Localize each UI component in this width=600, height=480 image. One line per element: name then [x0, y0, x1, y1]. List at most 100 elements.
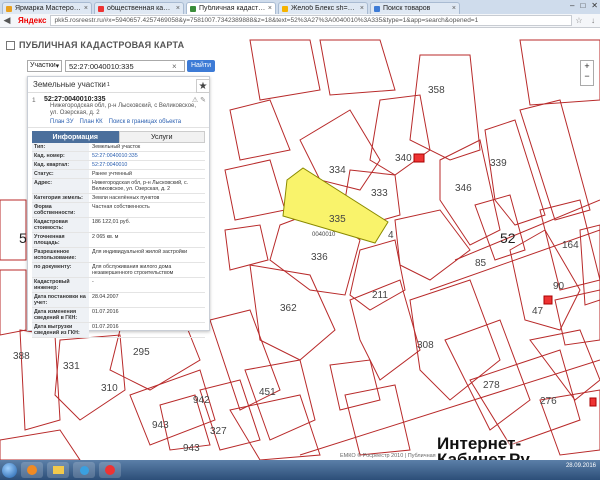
close-icon[interactable]: × [450, 5, 456, 12]
find-button[interactable]: Найти [187, 60, 215, 72]
panel-header: Земельные участки 1 [28, 77, 209, 93]
panel-tabs: Информация Услуги [32, 131, 205, 143]
parcel-label: 4 [388, 230, 394, 241]
results-panel: Земельные участки 1 1 52:27:0040010:335 Н… [27, 76, 210, 338]
table-row: Адрес: Нижегородская обл, р-н Лысковский,… [32, 179, 205, 194]
address-bar: ◀ Яндекс pkk5.rosreestr.ru/#x=5940657.42… [0, 14, 600, 28]
tab-favicon [98, 5, 104, 12]
info-table: Тип: Земельный участок Кад. номер: 52:27:0… [32, 143, 205, 338]
table-row: Категория земель: Земли населённых пункто… [32, 194, 205, 203]
browser-tab[interactable]: Поиск товаров × [370, 2, 460, 14]
browser-tab[interactable]: общественная кадастрова...× [94, 2, 184, 14]
tab-favicon [6, 5, 12, 12]
parcel-label: 334 [329, 165, 346, 176]
table-row: Дата выгрузки сведений из ГКН: 01.07.2016 [32, 323, 205, 338]
clear-icon[interactable]: × [172, 62, 184, 71]
table-row: Кад. квартал: 52:27:0040010 [32, 161, 205, 170]
tab-info[interactable]: Информация [32, 131, 119, 143]
table-row: Разрешенное использование: Для индивидуал… [32, 248, 205, 263]
parcel-label: 362 [280, 303, 297, 314]
parcel-label: 336 [311, 252, 328, 263]
tab-services[interactable]: Услуги [118, 131, 205, 143]
parcel-card[interactable]: 1 52:27:0040010:335 Нижегородская обл, р… [28, 93, 209, 128]
close-icon[interactable]: × [266, 5, 272, 12]
parcel-label: 346 [455, 183, 472, 194]
parcel-label: 327 [210, 426, 227, 437]
search-in-bounds-link[interactable]: Поиск в границах объекта [109, 119, 182, 125]
quarter-label: 0040010 [312, 232, 336, 238]
minimize-icon[interactable]: – [570, 1, 574, 10]
browser-logo[interactable]: Яндекс [18, 16, 46, 25]
browser-tab[interactable]: Желоб Блекс sh=25 мм, 457...× [278, 2, 368, 14]
url-field[interactable]: pkk5.rosreestr.ru/#x=5940657.4257469058&… [50, 15, 572, 26]
parcel-label: 340 [395, 153, 412, 164]
close-window-icon[interactable]: ✕ [591, 1, 598, 10]
close-icon[interactable]: × [358, 5, 364, 12]
map-logo-icon [6, 40, 15, 50]
parcel-label: 331 [63, 361, 80, 372]
table-row: Статус: Ранее учтенный [32, 170, 205, 179]
selected-parcel[interactable] [282, 167, 389, 244]
parcel-label: 388 [13, 351, 30, 362]
chevron-down-icon: ▾ [55, 63, 60, 70]
star-icon[interactable]: ☆ [572, 16, 586, 25]
map-marker [543, 295, 553, 305]
download-icon[interactable]: ↓ [586, 16, 600, 25]
zoom-out-icon[interactable]: − [581, 71, 593, 81]
browser-tab-active[interactable]: Публичная кадастровая к...× [186, 2, 276, 14]
result-count: 1 [106, 81, 110, 88]
parcel-label: 90 [553, 281, 565, 292]
table-row: Кадастровая стоимость: 186 122,01 руб. [32, 218, 205, 233]
search-input[interactable]: 52:27:0040010:335 [65, 60, 185, 72]
maximize-icon[interactable]: □ [580, 1, 585, 10]
parcel-cad-number: 52:27:0040010:335 [44, 96, 106, 103]
parcel-label: 278 [483, 380, 500, 391]
search-type-select[interactable]: Участки ▾ [27, 60, 62, 72]
parcel-label: 310 [101, 383, 118, 394]
parcel-label: 358 [428, 85, 445, 96]
parcel-label: 164 [562, 240, 579, 251]
parcel-label: 47 [532, 306, 544, 317]
browser-tab-strip: Ярмарка Мастеров - ручн...× общественная… [0, 0, 600, 14]
media-icon[interactable] [73, 462, 95, 478]
tab-favicon [190, 5, 196, 12]
map-copyright: ЕМКО © Росреестр 2010 | Публичная [340, 453, 436, 459]
taskbar [0, 460, 600, 480]
start-icon[interactable] [2, 462, 17, 478]
parcel-label: 308 [417, 340, 434, 351]
zoom-control[interactable]: + − [580, 60, 594, 86]
parcel-address: Нижегородская обл, р-н Лысковский, с Вел… [50, 103, 197, 116]
map-marker [589, 397, 597, 407]
card-tools-icon[interactable]: ⚠ ✎ [192, 96, 206, 104]
table-row: по документу: Для обслуживания жилого дом… [32, 263, 205, 278]
parcel-label: 943 [152, 420, 169, 431]
browser-app-icon[interactable] [99, 462, 121, 478]
close-icon[interactable]: × [174, 5, 180, 12]
plan-zu-link[interactable]: План ЗУ [50, 119, 74, 125]
favorite-star-icon[interactable]: ★ [196, 79, 210, 93]
map-marker [413, 153, 425, 163]
parcel-label: 333 [371, 188, 388, 199]
tab-favicon [374, 5, 380, 12]
search-bar: Участки ▾ 52:27:0040010:335 × Найти [27, 60, 215, 72]
close-icon[interactable]: × [82, 5, 88, 12]
folder-icon[interactable] [47, 462, 69, 478]
tab-favicon [282, 5, 288, 12]
zoom-in-icon[interactable]: + [581, 61, 593, 71]
parcel-label: 339 [490, 158, 507, 169]
parcel-label: 85 [475, 258, 487, 269]
table-row: Тип: Земельный участок [32, 143, 205, 152]
system-clock: 28.09.2016 [565, 463, 596, 469]
table-row: Дата изменения сведений в ГКН: 01.07.2016 [32, 308, 205, 323]
plan-kk-link[interactable]: План КК [80, 119, 103, 125]
table-row: Дата постановки на учет: 28.04.2007 [32, 293, 205, 308]
parcel-label: 943 [183, 443, 200, 454]
parcel-label: 335 [329, 214, 346, 225]
window-controls: – □ ✕ [570, 1, 598, 10]
block-label: 5 [19, 230, 27, 246]
browser-tab[interactable]: Ярмарка Мастеров - ручн...× [2, 2, 92, 14]
back-icon[interactable]: ◀ [0, 15, 14, 26]
parcel-label: 942 [193, 395, 210, 406]
firefox-icon[interactable] [21, 462, 43, 478]
table-row: Форма собственности: Частная собственност… [32, 203, 205, 218]
